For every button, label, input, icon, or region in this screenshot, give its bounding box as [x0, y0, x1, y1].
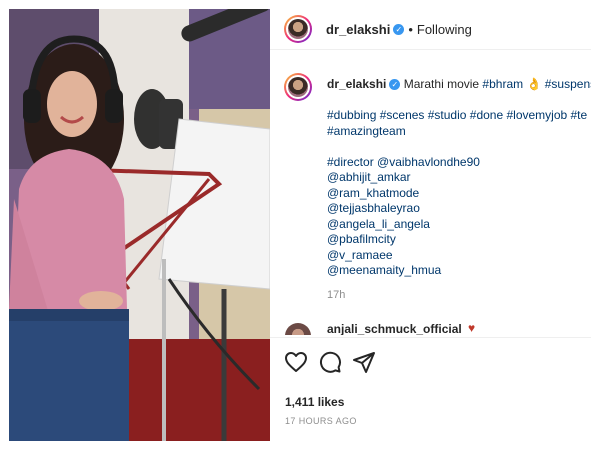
separator-dot: •	[408, 22, 413, 37]
mention-item[interactable]: @abhijit_amkar	[327, 170, 591, 186]
hashtag-bhram[interactable]: #bhram	[482, 77, 523, 91]
heart-outline-icon[interactable]	[284, 350, 308, 374]
post-age[interactable]: 17 HOURS AGO	[285, 416, 357, 426]
hashtag-director[interactable]: #director	[327, 155, 374, 169]
author-avatar-image	[288, 19, 308, 39]
caption-text: Marathi movie	[403, 77, 483, 91]
hashtag-amazingteam[interactable]: #amazingteam	[327, 124, 591, 140]
caption: dr_elakshi ✓ Marathi movie #bhram 👌 #susp…	[327, 77, 591, 279]
mention-item[interactable]: @ram_khatmode	[327, 186, 591, 202]
caption-username[interactable]: dr_elakshi	[327, 77, 386, 91]
commenter-avatar[interactable]	[285, 323, 311, 335]
paper-plane-icon[interactable]	[352, 350, 376, 374]
ok-hand-emoji: 👌	[526, 77, 542, 91]
mention-director[interactable]: @vaibhavlondhe90	[377, 155, 480, 169]
mention-item[interactable]: @pbafilmcity	[327, 232, 591, 248]
caption-avatar[interactable]	[284, 73, 312, 101]
comment-emoji: ♥	[468, 321, 476, 335]
author-username[interactable]: dr_elakshi	[326, 22, 390, 37]
caption-hashtags-line[interactable]: #dubbing #scenes #studio #done #lovemyjo…	[327, 108, 591, 124]
header-meta: dr_elakshi ✓ • Following	[326, 21, 472, 39]
verified-badge-icon: ✓	[393, 24, 405, 36]
hashtag-suspense[interactable]: #suspense	[545, 77, 591, 91]
caption-timestamp[interactable]: 17h	[327, 289, 345, 301]
mention-item[interactable]: @tejjasbhaleyrao	[327, 201, 591, 217]
mention-item[interactable]: @v_ramaee	[327, 248, 591, 264]
action-bar: 1,411 likes 17 HOURS AGO	[270, 337, 591, 441]
post-image[interactable]	[9, 9, 270, 441]
caption-avatar-image	[288, 77, 308, 97]
comment-bubble-icon[interactable]	[318, 350, 342, 374]
author-avatar[interactable]	[284, 15, 312, 43]
instagram-post-frame: dr_elakshi ✓ • Following dr_elakshi ✓ Marath…	[0, 0, 600, 450]
director-line: #director @vaibhavlondhe90	[327, 155, 591, 171]
studio-photo	[9, 9, 270, 441]
likes-count[interactable]: 1,411 likes	[285, 395, 344, 409]
mention-item[interactable]: @angela_li_angela	[327, 217, 591, 233]
caption-first-line: dr_elakshi ✓ Marathi movie #bhram 👌 #susp…	[327, 77, 591, 93]
caption-verified-icon: ✓	[389, 79, 401, 91]
mention-item[interactable]: @meenamaity_hmua	[327, 263, 591, 279]
comment-row: anjali_schmuck_official ♥	[285, 321, 585, 335]
post-side-panel: dr_elakshi ✓ • Following dr_elakshi ✓ Marath…	[270, 9, 591, 441]
post-header: dr_elakshi ✓ • Following	[270, 9, 591, 50]
following-button[interactable]: Following	[417, 22, 472, 37]
commenter-username[interactable]: anjali_schmuck_official	[327, 322, 462, 335]
